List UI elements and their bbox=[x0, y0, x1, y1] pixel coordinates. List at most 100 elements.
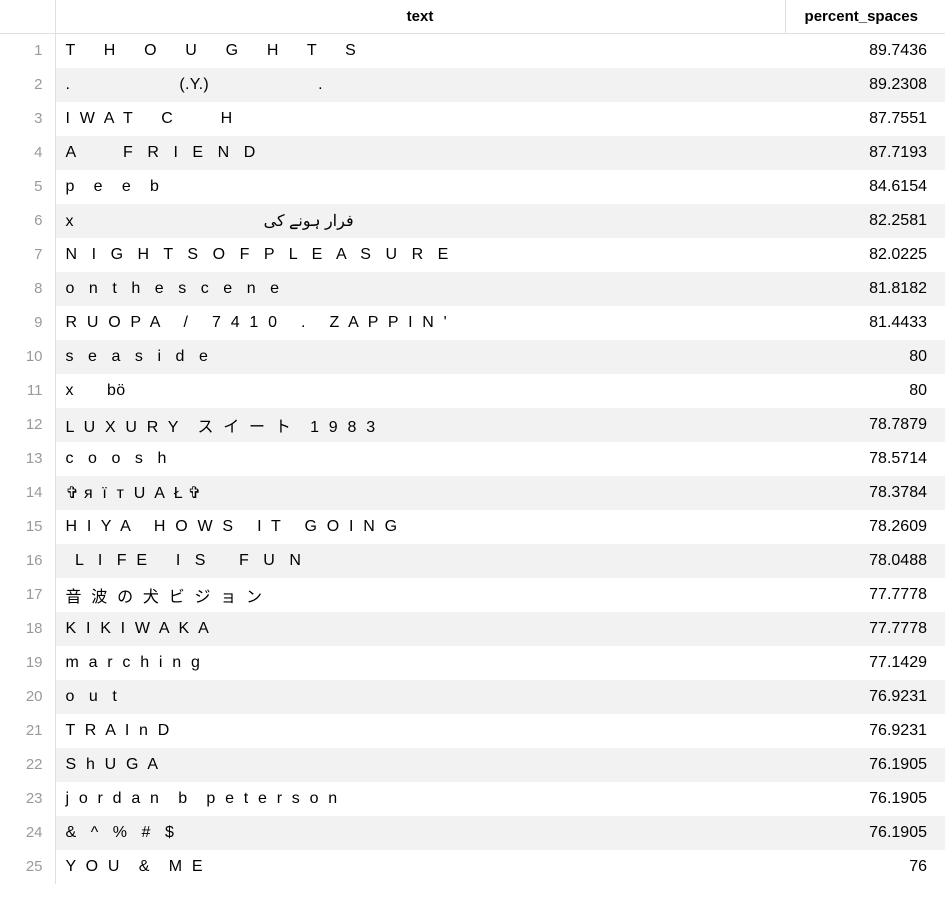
cell-text[interactable]: m a r c h i n g bbox=[55, 646, 785, 680]
cell-text[interactable]: A F R I E N D bbox=[55, 136, 785, 170]
cell-text[interactable]: I W A T C H bbox=[55, 102, 785, 136]
table-row[interactable]: 5p e e b84.6154 bbox=[0, 170, 945, 204]
cell-percent-spaces[interactable]: 82.0225 bbox=[785, 238, 945, 272]
cell-percent-spaces[interactable]: 89.2308 bbox=[785, 68, 945, 102]
cell-percent-spaces[interactable]: 89.7436 bbox=[785, 34, 945, 68]
cell-percent-spaces[interactable]: 76.1905 bbox=[785, 748, 945, 782]
table-row[interactable]: 8o n t h e s c e n e81.8182 bbox=[0, 272, 945, 306]
row-index: 11 bbox=[0, 374, 55, 408]
cell-text[interactable]: R U O P A / 7 4 1 0 . Z A P P I N ' bbox=[55, 306, 785, 340]
row-index: 15 bbox=[0, 510, 55, 544]
cell-percent-spaces[interactable]: 76 bbox=[785, 850, 945, 884]
cell-text[interactable]: ✞ я ї т U A Ł ✞ bbox=[55, 476, 785, 510]
cell-percent-spaces[interactable]: 87.7551 bbox=[785, 102, 945, 136]
row-index: 3 bbox=[0, 102, 55, 136]
table-row[interactable]: 2. (.Y.) .89.2308 bbox=[0, 68, 945, 102]
table-row[interactable]: 24& ^ % # $76.1905 bbox=[0, 816, 945, 850]
table-row[interactable]: 9R U O P A / 7 4 1 0 . Z A P P I N '81.4… bbox=[0, 306, 945, 340]
table-row[interactable]: 15H I Y A H O W S I T G O I N G78.2609 bbox=[0, 510, 945, 544]
cell-text[interactable]: S h U G A bbox=[55, 748, 785, 782]
cell-text[interactable]: o n t h e s c e n e bbox=[55, 272, 785, 306]
row-index: 18 bbox=[0, 612, 55, 646]
row-index: 9 bbox=[0, 306, 55, 340]
cell-text[interactable]: x bö bbox=[55, 374, 785, 408]
table-row[interactable]: 21T R A I n D76.9231 bbox=[0, 714, 945, 748]
cell-percent-spaces[interactable]: 78.2609 bbox=[785, 510, 945, 544]
cell-percent-spaces[interactable]: 78.7879 bbox=[785, 408, 945, 442]
table-row[interactable]: 13c o o s h78.5714 bbox=[0, 442, 945, 476]
row-index: 1 bbox=[0, 34, 55, 68]
table-row[interactable]: 11x bö80 bbox=[0, 374, 945, 408]
cell-text[interactable]: . (.Y.) . bbox=[55, 68, 785, 102]
cell-text[interactable]: T R A I n D bbox=[55, 714, 785, 748]
table-row[interactable]: 3I W A T C H87.7551 bbox=[0, 102, 945, 136]
cell-text[interactable]: x فرار ہونے کی bbox=[55, 204, 785, 238]
cell-percent-spaces[interactable]: 78.0488 bbox=[785, 544, 945, 578]
table-row[interactable]: 19m a r c h i n g77.1429 bbox=[0, 646, 945, 680]
cell-percent-spaces[interactable]: 81.8182 bbox=[785, 272, 945, 306]
row-index: 24 bbox=[0, 816, 55, 850]
cell-percent-spaces[interactable]: 76.9231 bbox=[785, 714, 945, 748]
table-row[interactable]: 16 L I F E I S F U N78.0488 bbox=[0, 544, 945, 578]
cell-percent-spaces[interactable]: 76.1905 bbox=[785, 782, 945, 816]
table-row[interactable]: 20o u t76.9231 bbox=[0, 680, 945, 714]
row-index: 23 bbox=[0, 782, 55, 816]
table-row[interactable]: 25Y O U & M E76 bbox=[0, 850, 945, 884]
row-index: 16 bbox=[0, 544, 55, 578]
cell-percent-spaces[interactable]: 78.3784 bbox=[785, 476, 945, 510]
cell-percent-spaces[interactable]: 76.1905 bbox=[785, 816, 945, 850]
table-row[interactable]: 22S h U G A76.1905 bbox=[0, 748, 945, 782]
cell-text[interactable]: c o o s h bbox=[55, 442, 785, 476]
cell-text[interactable]: Y O U & M E bbox=[55, 850, 785, 884]
table-row[interactable]: 10s e a s i d e80 bbox=[0, 340, 945, 374]
cell-text[interactable]: p e e b bbox=[55, 170, 785, 204]
cell-percent-spaces[interactable]: 81.4433 bbox=[785, 306, 945, 340]
table-row[interactable]: 17音 波 の 犬 ビ ジ ョ ン77.7778 bbox=[0, 578, 945, 612]
table-row[interactable]: 12L U X U R Y ス イ ー ト 1 9 8 378.7879 bbox=[0, 408, 945, 442]
cell-text[interactable]: H I Y A H O W S I T G O I N G bbox=[55, 510, 785, 544]
cell-text[interactable]: o u t bbox=[55, 680, 785, 714]
cell-text[interactable]: T H O U G H T S bbox=[55, 34, 785, 68]
cell-text[interactable]: 音 波 の 犬 ビ ジ ョ ン bbox=[55, 578, 785, 612]
table-row[interactable]: 23j o r d a n b p e t e r s o n76.1905 bbox=[0, 782, 945, 816]
table-row[interactable]: 1T H O U G H T S89.7436 bbox=[0, 34, 945, 68]
cell-text[interactable]: L U X U R Y ス イ ー ト 1 9 8 3 bbox=[55, 408, 785, 442]
cell-percent-spaces[interactable]: 82.2581 bbox=[785, 204, 945, 238]
cell-text[interactable]: L I F E I S F U N bbox=[55, 544, 785, 578]
row-index: 5 bbox=[0, 170, 55, 204]
cell-percent-spaces[interactable]: 80 bbox=[785, 374, 945, 408]
table-row[interactable]: 14✞ я ї т U A Ł ✞78.3784 bbox=[0, 476, 945, 510]
cell-percent-spaces[interactable]: 78.5714 bbox=[785, 442, 945, 476]
row-index: 8 bbox=[0, 272, 55, 306]
table-row[interactable]: 7N I G H T S O F P L E A S U R E82.0225 bbox=[0, 238, 945, 272]
cell-text[interactable]: s e a s i d e bbox=[55, 340, 785, 374]
table-row[interactable]: 4A F R I E N D87.7193 bbox=[0, 136, 945, 170]
row-index: 13 bbox=[0, 442, 55, 476]
row-index: 25 bbox=[0, 850, 55, 884]
cell-text[interactable]: K I K I W A K A bbox=[55, 612, 785, 646]
row-index: 2 bbox=[0, 68, 55, 102]
cell-text[interactable]: j o r d a n b p e t e r s o n bbox=[55, 782, 785, 816]
cell-text[interactable]: & ^ % # $ bbox=[55, 816, 785, 850]
row-index: 14 bbox=[0, 476, 55, 510]
cell-percent-spaces[interactable]: 87.7193 bbox=[785, 136, 945, 170]
table-row[interactable]: 6x فرار ہونے کی82.2581 bbox=[0, 204, 945, 238]
row-index: 20 bbox=[0, 680, 55, 714]
row-index: 12 bbox=[0, 408, 55, 442]
table-body: 1T H O U G H T S89.74362. (.Y.) .89.2308… bbox=[0, 34, 945, 884]
row-index: 19 bbox=[0, 646, 55, 680]
table-header-row: text percent_spaces bbox=[0, 0, 945, 34]
row-index: 6 bbox=[0, 204, 55, 238]
cell-percent-spaces[interactable]: 77.7778 bbox=[785, 612, 945, 646]
cell-percent-spaces[interactable]: 84.6154 bbox=[785, 170, 945, 204]
row-index: 10 bbox=[0, 340, 55, 374]
cell-percent-spaces[interactable]: 80 bbox=[785, 340, 945, 374]
cell-percent-spaces[interactable]: 77.7778 bbox=[785, 578, 945, 612]
column-header-percent-spaces[interactable]: percent_spaces bbox=[785, 0, 945, 34]
cell-text[interactable]: N I G H T S O F P L E A S U R E bbox=[55, 238, 785, 272]
row-index: 21 bbox=[0, 714, 55, 748]
cell-percent-spaces[interactable]: 76.9231 bbox=[785, 680, 945, 714]
cell-percent-spaces[interactable]: 77.1429 bbox=[785, 646, 945, 680]
column-header-text[interactable]: text bbox=[55, 0, 785, 34]
table-row[interactable]: 18K I K I W A K A77.7778 bbox=[0, 612, 945, 646]
